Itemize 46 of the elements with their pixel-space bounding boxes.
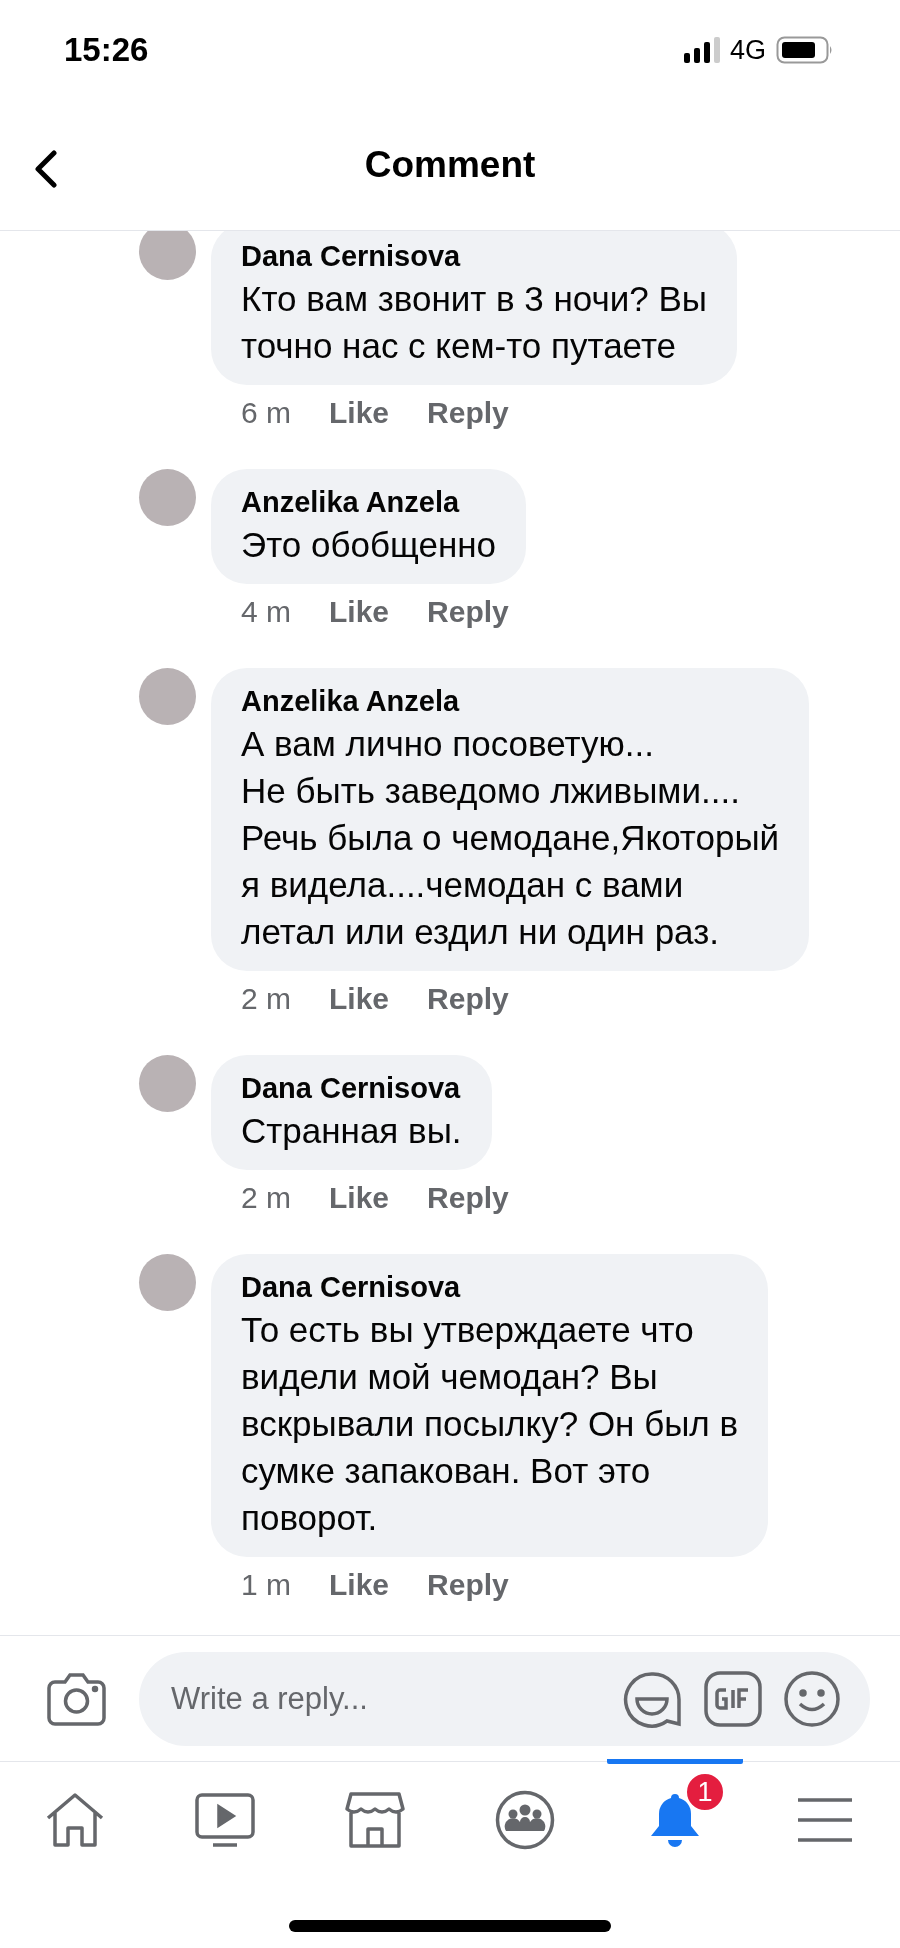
comment-text: А вам лично посоветую... Не быть заведомо лживыми.... Речь была о чемодане,Якоторый я видела....чемодан с вами летал или ездил ни один раз. (241, 723, 780, 953)
comment-author: Dana Cernisova (241, 1270, 462, 1305)
avatar-photo (139, 231, 196, 280)
network-label: 4G (729, 34, 766, 66)
menu-icon[interactable] (798, 1797, 852, 1842)
groups-icon[interactable] (495, 1789, 555, 1850)
comment-text: Странная вы. (241, 1110, 462, 1152)
comment-time: 4 m (241, 594, 291, 630)
comment-author: Anzelika Anzela (241, 684, 461, 719)
reply-link[interactable]: Reply (427, 1180, 509, 1216)
comment-time: 1 m (241, 1567, 291, 1603)
reply-link[interactable]: Reply (427, 981, 509, 1017)
back-icon[interactable] (32, 150, 58, 188)
reply-link[interactable]: Reply (427, 594, 509, 630)
like-link[interactable]: Like (329, 981, 390, 1017)
comment-author: Anzelika Anzela (241, 485, 461, 520)
like-link[interactable]: Like (329, 1567, 390, 1603)
comment-text: То есть вы утверждаете что видели мой чемодан? Вы вскрывали посылку? Он был в сумке запакован. Вот это поворот. (241, 1309, 739, 1539)
comment-text: Кто вам звонит в 3 ночи? Вы точно нас с кем-то путаете (241, 278, 708, 367)
status-time: 15:26 (64, 31, 149, 69)
signal-icon (683, 37, 720, 63)
reply-link[interactable]: Reply (427, 1567, 509, 1603)
comment-time: 2 m (241, 1180, 291, 1216)
avatar-photo (139, 1254, 196, 1311)
video-icon[interactable] (195, 1791, 255, 1848)
camera-icon[interactable] (47, 1671, 106, 1726)
comment-author: Dana Cernisova (241, 239, 462, 274)
comment-time: 6 m (241, 395, 291, 431)
like-link[interactable]: Like (329, 1180, 390, 1216)
avatar-photo (139, 668, 196, 725)
comment-time: 2 m (241, 981, 291, 1017)
shop-icon[interactable] (345, 1790, 405, 1849)
page-title: Comment (364, 144, 536, 186)
emoji-icon[interactable] (784, 1670, 840, 1727)
like-link[interactable]: Like (329, 395, 390, 431)
notification-badge: 1 (685, 1772, 725, 1812)
home-icon[interactable] (45, 1791, 105, 1848)
reply-field[interactable]: Write a reply... (169, 1679, 600, 1718)
battery-icon (776, 36, 834, 64)
avatar-photo (139, 1055, 196, 1112)
avatar-photo (139, 469, 196, 526)
like-link[interactable]: Like (329, 594, 390, 630)
reply-link[interactable]: Reply (427, 395, 509, 431)
gif-icon[interactable] (704, 1670, 762, 1727)
comment-author: Dana Cernisova (241, 1071, 462, 1106)
comment-text: Это обобщенно (241, 524, 496, 566)
